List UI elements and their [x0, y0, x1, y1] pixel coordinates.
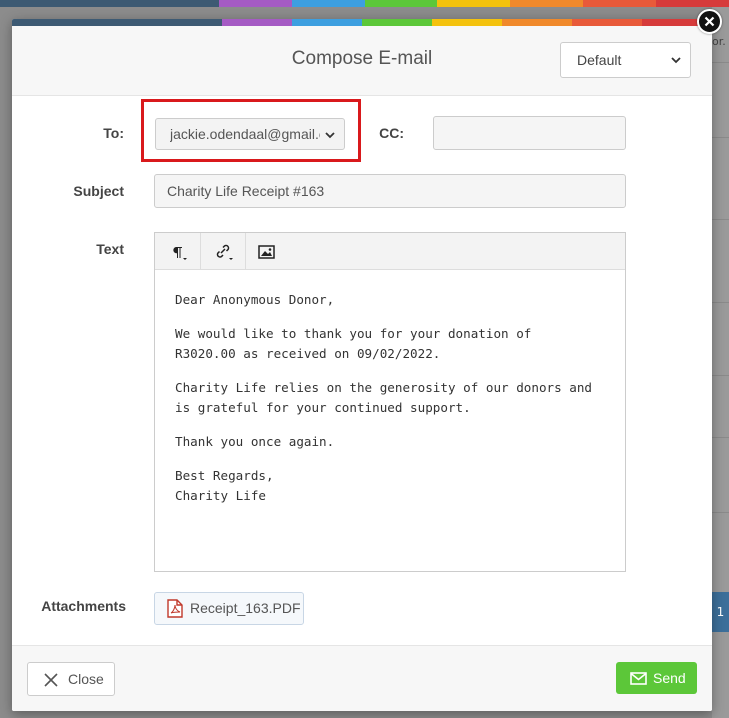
attachment-file-button[interactable]: Receipt_163.PDF: [154, 592, 304, 625]
attachments-label: Attachments: [41, 598, 126, 614]
body-line: Charity Life relies on the generosity of…: [175, 380, 593, 415]
envelope-icon: [630, 672, 647, 685]
paragraph-format-button[interactable]: [155, 233, 201, 270]
close-button[interactable]: Close: [27, 662, 115, 696]
editor-toolbar: [155, 233, 625, 270]
background-row-tag: 1: [712, 592, 729, 632]
image-icon: [258, 245, 275, 259]
paragraph-icon: [173, 247, 187, 260]
background-app-panel: or. 1: [712, 7, 729, 718]
subject-input[interactable]: Charity Life Receipt #163: [154, 174, 626, 208]
modal-close-icon[interactable]: [697, 9, 722, 34]
close-x-icon: [44, 673, 58, 687]
cc-label: CC:: [379, 125, 404, 141]
background-color-strip: [0, 0, 729, 7]
compose-email-modal: Compose E-mail Default To: jackie.odenda…: [12, 19, 712, 711]
cc-input[interactable]: [433, 116, 626, 150]
body-line: Charity Life: [175, 488, 266, 503]
template-select-value: Default: [577, 52, 622, 68]
attachment-file-name: Receipt_163.PDF: [190, 600, 301, 616]
background-text: or.: [712, 35, 726, 48]
subject-label: Subject: [73, 183, 124, 199]
modal-header: Compose E-mail Default: [12, 26, 712, 96]
email-body[interactable]: Dear Anonymous Donor, We would like to t…: [175, 290, 595, 506]
insert-image-button[interactable]: [246, 233, 287, 270]
body-line: Best Regards,: [175, 468, 274, 483]
to-field-highlight: [141, 99, 361, 162]
chevron-down-icon: [671, 57, 681, 64]
text-label: Text: [96, 241, 124, 257]
send-button-label: Send: [653, 670, 686, 686]
insert-link-button[interactable]: [201, 233, 246, 270]
body-line: Thank you once again.: [175, 434, 335, 449]
send-button[interactable]: Send: [616, 662, 697, 694]
template-select[interactable]: Default: [560, 42, 691, 78]
text-editor[interactable]: Dear Anonymous Donor, We would like to t…: [154, 232, 626, 572]
pdf-file-icon: [167, 599, 183, 618]
body-line: We would like to thank you for your dona…: [175, 326, 532, 361]
to-label: To:: [103, 125, 124, 141]
modal-footer: Close Send: [12, 645, 712, 711]
link-icon: [216, 244, 233, 260]
close-icon: [704, 16, 715, 27]
body-line: Dear Anonymous Donor,: [175, 292, 335, 307]
modal-accent-strip: [12, 19, 712, 26]
close-button-label: Close: [68, 671, 104, 687]
